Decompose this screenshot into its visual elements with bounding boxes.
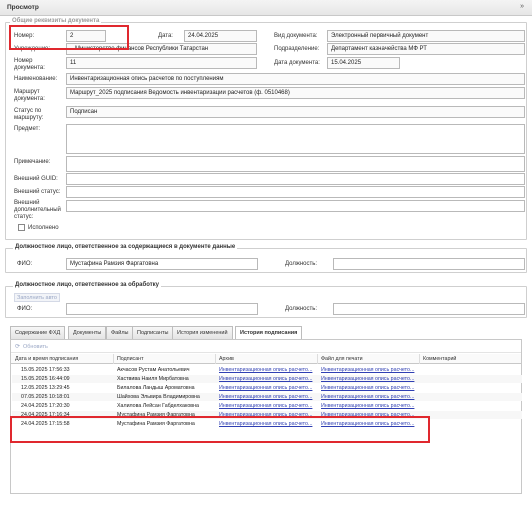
general-section-legend: Общие реквизиты документа — [10, 18, 102, 24]
ext-status-field[interactable] — [66, 186, 525, 198]
subject-label: Предмет: — [14, 126, 41, 132]
cell-comment — [423, 375, 519, 383]
ext-add-status-field[interactable] — [66, 200, 525, 212]
processing-fio-field[interactable] — [66, 303, 258, 315]
name-field[interactable]: Инвентаризационная опись расчетов по пос… — [66, 73, 525, 85]
responsible-fio-field[interactable]: Мустафина Рамзия Фаргатовна — [66, 258, 258, 270]
col-archive[interactable]: Архив — [219, 356, 234, 362]
tab-signers[interactable]: Подписанты — [132, 326, 174, 339]
cell-archive[interactable]: Инвентаризационная опись расчето... — [219, 402, 315, 410]
ext-status-label: Внешний статус: — [14, 189, 61, 195]
cell-print[interactable]: Инвентаризационная опись расчето... — [321, 393, 417, 401]
processing-fio-label: ФИО: — [17, 306, 33, 312]
responsible-fio-label: ФИО: — [17, 261, 33, 267]
cell-datetime: 24.04.2025 17:15:58 — [21, 421, 70, 427]
cell-print[interactable]: Инвентаризационная опись расчето... — [321, 402, 417, 410]
docdate-field[interactable]: 15.04.2025 — [327, 57, 400, 69]
cell-print[interactable]: Инвентаризационная опись расчето... — [321, 375, 417, 383]
signing-history-grid: ⟳ Обновить Дата и время подписания Подпи… — [10, 339, 522, 494]
cell-print[interactable]: Инвентаризационная опись расчето... — [321, 420, 417, 428]
doc-type-field[interactable]: Электронный первичный документ — [327, 30, 525, 42]
ext-add-status-label: Внешний дополнительный статус: — [14, 200, 61, 220]
cell-datetime: 24.04.2025 17:20:30 — [21, 403, 70, 409]
cell-signer: Билалова Ландыш Ароматовна — [117, 385, 195, 391]
tab-files[interactable]: Файлы — [106, 326, 134, 339]
grid-header: Дата и время подписания Подписант Архив … — [11, 354, 521, 364]
docnum-label: Номер документа: — [14, 58, 45, 71]
refresh-icon[interactable]: ⟳ — [15, 343, 20, 350]
cell-archive[interactable]: Инвентаризационная опись расчето... — [219, 420, 315, 428]
org-label: Учреждение: — [14, 46, 51, 52]
col-signer[interactable]: Подписант — [117, 356, 144, 362]
date-field[interactable]: 24.04.2025 — [184, 30, 257, 42]
processing-position-label: Должность: — [285, 306, 318, 312]
cell-comment — [423, 402, 519, 410]
cell-archive[interactable]: Инвентаризационная опись расчето... — [219, 366, 315, 374]
cell-archive[interactable]: Инвентаризационная опись расчето... — [219, 384, 315, 392]
cell-datetime: 12.05.2025 13:29:45 — [21, 385, 70, 391]
tab-fhd-content[interactable]: Содержание ФХД — [10, 326, 66, 339]
note-label: Примечание: — [14, 159, 51, 165]
responsible-data-legend: Должностное лицо, ответственное за содер… — [13, 244, 238, 250]
processing-position-field[interactable] — [333, 303, 525, 315]
col-datetime[interactable]: Дата и время подписания — [15, 356, 78, 362]
cell-datetime: 15.05.2025 17:56:33 — [21, 367, 70, 373]
col-comment[interactable]: Комментарий — [423, 356, 456, 362]
cell-signer: Шайхова Эльвира Владимировна — [117, 394, 200, 400]
cell-signer: Халилова Лейсан Габделхаковна — [117, 403, 199, 409]
date-label: Дата: — [158, 33, 173, 39]
grid-toolbar: ⟳ Обновить — [11, 340, 521, 353]
dept-label: Подразделение: — [274, 46, 320, 52]
guid-field[interactable] — [66, 173, 525, 185]
cell-comment — [423, 411, 519, 419]
cell-comment — [423, 420, 519, 428]
tab-change-history[interactable]: История изменений — [172, 326, 233, 339]
cell-comment — [423, 393, 519, 401]
cell-archive[interactable]: Инвентаризационная опись расчето... — [219, 411, 315, 419]
responsible-position-label: Должность: — [285, 261, 318, 267]
processing-legend: Должностное лицо, ответственное за обраб… — [13, 282, 161, 288]
cell-archive[interactable]: Инвентаризационная опись расчето... — [219, 375, 315, 383]
cell-comment — [423, 384, 519, 392]
route-label: Маршрут документа: — [14, 89, 45, 102]
responsible-position-field[interactable] — [333, 258, 525, 270]
collapse-icon[interactable]: » — [520, 3, 524, 10]
route-field[interactable]: Маршрут_2025 подписания Ведомость инвент… — [66, 87, 525, 99]
autofill-button[interactable]: Заполнить авто — [14, 293, 60, 302]
org-field[interactable]: ...Министерство финансов Республики Тата… — [66, 43, 257, 55]
cell-archive[interactable]: Инвентаризационная опись расчето... — [219, 393, 315, 401]
cell-comment — [423, 366, 519, 374]
docdate-label: Дата документа: — [274, 60, 320, 66]
cell-datetime: 15.05.2025 16:44:09 — [21, 376, 70, 382]
window-title: Просмотр — [7, 4, 39, 11]
executed-checkbox[interactable] — [18, 224, 25, 231]
subject-field[interactable] — [66, 124, 525, 154]
window-titlebar: Просмотр » — [0, 0, 532, 16]
route-status-label: Статус по маршруту: — [14, 108, 44, 121]
name-label: Наименование: — [14, 76, 58, 82]
docnum-field[interactable]: 11 — [66, 57, 257, 69]
guid-label: Внешний GUID: — [14, 176, 58, 182]
cell-signer: Хаствива Наиля Мирбатовна — [117, 376, 189, 382]
cell-print[interactable]: Инвентаризационная опись расчето... — [321, 411, 417, 419]
number-field[interactable]: 2 — [66, 30, 106, 42]
note-field[interactable] — [66, 156, 525, 172]
number-label: Номер: — [14, 33, 35, 39]
cell-print[interactable]: Инвентаризационная опись расчето... — [321, 366, 417, 374]
cell-signer: Мустафина Рамзия Фаргатовна — [117, 421, 195, 427]
cell-datetime: 07.05.2025 10:18:01 — [21, 394, 70, 400]
tab-documents[interactable]: Документы — [68, 326, 107, 339]
doc-type-label: Вид документа: — [274, 33, 318, 39]
executed-label: Исполнено — [28, 225, 59, 231]
cell-datetime: 24.04.2025 17:16:34 — [21, 412, 70, 418]
dept-field[interactable]: Департамент казначейства МФ РТ — [327, 43, 525, 55]
refresh-button[interactable]: Обновить — [23, 344, 48, 350]
col-print-file[interactable]: Файл для печати — [321, 356, 363, 362]
cell-print[interactable]: Инвентаризационная опись расчето... — [321, 384, 417, 392]
route-status-field[interactable]: Подписан — [66, 106, 525, 118]
cell-signer: Мустафина Рамзия Фаргатовна — [117, 412, 195, 418]
tab-signing-history[interactable]: История подписания — [235, 326, 303, 340]
cell-signer: Акчасов Рустам Анатольевич — [117, 367, 190, 373]
